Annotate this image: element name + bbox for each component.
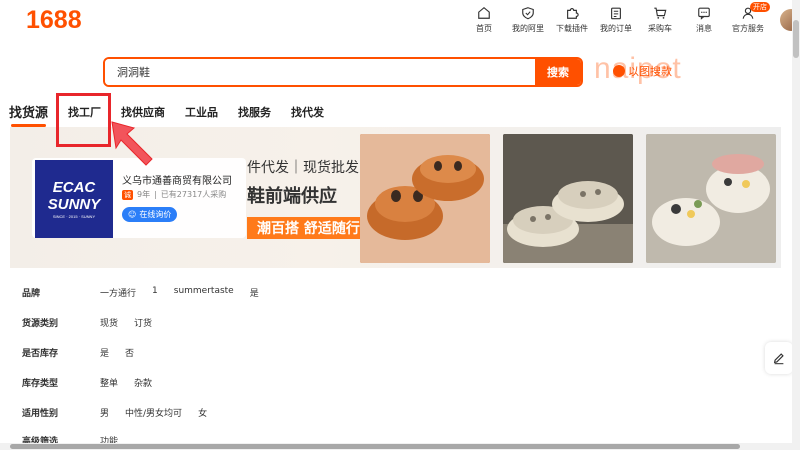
pointer-arrow-icon [111, 121, 153, 166]
nav-label: 我的订单 [600, 24, 632, 33]
nav-label: 官方服务 [732, 24, 764, 33]
chat-icon: ☺ [128, 210, 137, 219]
promo-slogan: 潮百搭 舒适随行 [247, 217, 370, 239]
nav-download-plugin[interactable]: 下载插件 [550, 6, 594, 34]
divider: | [154, 190, 157, 199]
product-image[interactable] [646, 134, 776, 263]
nav-label: 下载插件 [556, 24, 588, 33]
filter-label: 库存类型 [22, 379, 59, 389]
nav-my-ali[interactable]: 我的阿里 [506, 6, 550, 34]
filter-option[interactable]: 整单 [100, 376, 118, 389]
shop-meta: 诚 9年 | 已有27317人采购 [122, 189, 226, 200]
filter-option[interactable]: 现货 [100, 316, 118, 329]
shop-logo-sub: SINCE · 2015 · SUNNY [52, 213, 96, 219]
search-input[interactable] [105, 59, 535, 85]
scrollbar-thumb[interactable] [793, 20, 799, 58]
filter-option[interactable]: 订货 [134, 316, 152, 329]
top-nav: 首页 我的阿里 下载插件 我的订单 采购车 消息 开店 官方服务 [462, 2, 770, 34]
shop-logo[interactable]: ECAC SUNNY SINCE · 2015 · SUNNY [35, 160, 113, 238]
nav-my-orders[interactable]: 我的订单 [594, 6, 638, 34]
vertical-scrollbar[interactable] [792, 0, 800, 450]
page: 1688 首页 我的阿里 下载插件 我的订单 采购车 消息 开店 官方服务 洞洞… [0, 0, 800, 450]
puzzle-icon [567, 8, 579, 19]
filter-option[interactable]: 一方通行 [100, 286, 136, 299]
shield-icon [522, 7, 534, 20]
tab-find-source[interactable]: 找货源 [9, 102, 48, 127]
shop-logo-text: ECAC [52, 178, 96, 196]
nav-messages[interactable]: 消息 [682, 6, 726, 34]
filter-option[interactable]: 中性/男女均可 [125, 406, 182, 419]
tab-dropship[interactable]: 找代发 [291, 104, 324, 120]
filter-row-in-stock: 是否库存 是 否 [22, 346, 150, 359]
tab-find-service[interactable]: 找服务 [238, 104, 271, 120]
clipboard-icon [611, 7, 621, 20]
shop-buyers: 已有27317人采购 [160, 190, 227, 199]
filter-option[interactable]: 1 [152, 286, 158, 299]
clog-image [360, 134, 490, 263]
filter-option[interactable]: 否 [125, 346, 134, 359]
promo-text: 件代发｜现货批发 [247, 160, 359, 176]
scrollbar-thumb[interactable] [10, 444, 740, 449]
shop-name[interactable]: 义乌市通善商贸有限公司 [122, 172, 232, 187]
product-image[interactable] [360, 134, 490, 263]
search-bar: 搜索 [103, 57, 583, 87]
filter-row-stock-type: 库存类型 整单 杂款 [22, 376, 168, 389]
filter-option[interactable]: 男 [100, 406, 109, 419]
nav-cart[interactable]: 采购车 [638, 6, 682, 34]
filter-option[interactable]: 女 [198, 406, 207, 419]
message-icon [698, 7, 710, 20]
filter-label: 货源类别 [22, 319, 59, 329]
clog-image [646, 134, 776, 263]
clog-image [503, 134, 633, 263]
filter-label: 是否库存 [22, 349, 59, 359]
logo[interactable]: 1688 [26, 6, 82, 35]
open-shop-badge[interactable]: 开店 [750, 2, 770, 12]
search-button[interactable]: 搜索 [535, 59, 581, 85]
filter-row-gender: 适用性别 男 中性/男女均可 女 [22, 406, 223, 419]
shop-logo-text: SUNNY [47, 195, 101, 213]
pencil-icon [773, 353, 784, 365]
nav-home[interactable]: 首页 [462, 6, 506, 34]
promo-headline: 鞋前端供应 [247, 186, 337, 207]
filter-option[interactable]: summertaste [174, 286, 234, 299]
tab-industrial[interactable]: 工业品 [185, 104, 218, 120]
nav-label: 消息 [696, 24, 712, 33]
watermark: naipot [594, 52, 682, 85]
filter-option[interactable]: 是 [250, 286, 259, 299]
filter-option[interactable]: 是 [100, 346, 109, 359]
nav-label: 采购车 [648, 24, 672, 33]
nav-official-service[interactable]: 开店 官方服务 [726, 2, 770, 34]
trust-badge: 诚 [122, 189, 133, 200]
filter-label: 品牌 [22, 289, 41, 299]
filter-row-brand: 品牌 一方通行 1 summertaste 是 [22, 286, 275, 299]
shop-years: 9年 [137, 190, 151, 199]
filter-panel: 品牌 一方通行 1 summertaste 是 货源类别 现货 订货 是否库存 … [10, 268, 781, 447]
nav-label: 我的阿里 [512, 24, 544, 33]
top-header: 1688 首页 我的阿里 下载插件 我的订单 采购车 消息 开店 官方服务 [0, 0, 800, 42]
highlight-box [56, 93, 111, 147]
cart-icon [654, 7, 667, 19]
home-icon [478, 7, 490, 19]
nav-label: 首页 [476, 24, 492, 33]
inquiry-button[interactable]: ☺ 在线询价 [122, 207, 178, 222]
filter-label: 适用性别 [22, 409, 59, 419]
filter-row-source-type: 货源类别 现货 订货 [22, 316, 168, 329]
inquiry-label: 在线询价 [139, 210, 172, 219]
product-image[interactable] [503, 134, 633, 263]
horizontal-scrollbar[interactable] [0, 443, 792, 450]
filter-option[interactable]: 杂款 [134, 376, 152, 389]
edit-button[interactable] [765, 342, 793, 374]
